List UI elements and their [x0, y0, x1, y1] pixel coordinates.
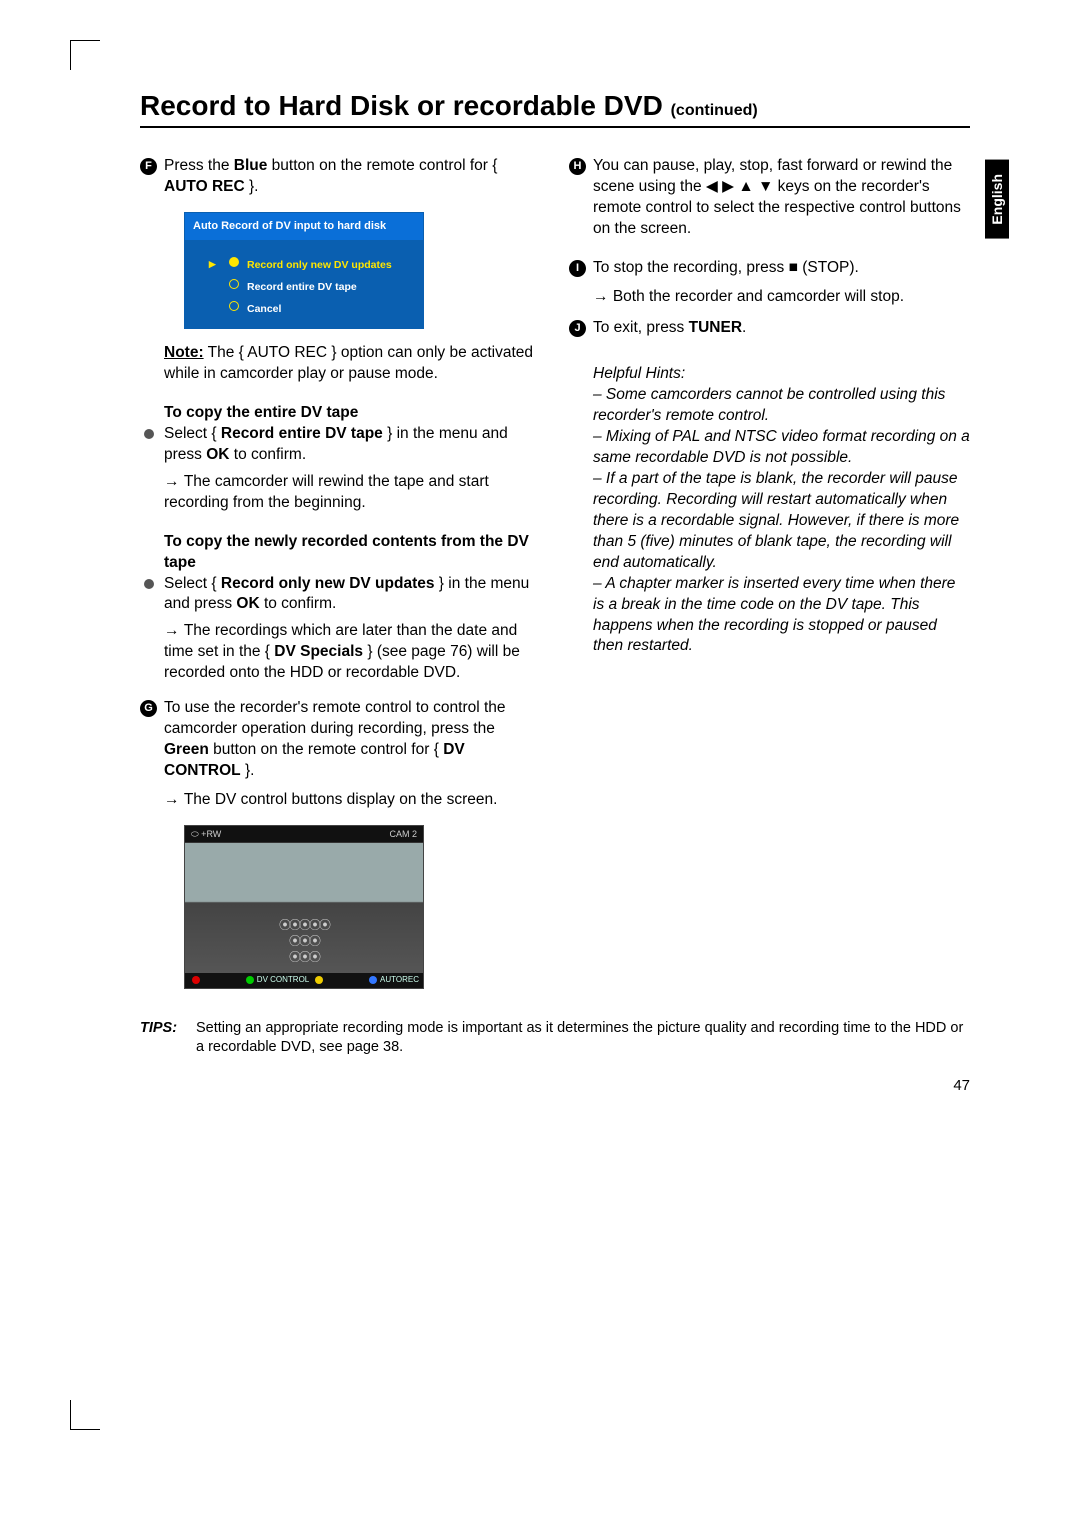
s9-b: (STOP).: [798, 259, 859, 276]
step-6-text-a: Press the: [164, 157, 234, 174]
blue-button-label: Blue: [234, 157, 268, 174]
step-number-7-icon: G: [140, 700, 157, 717]
note-block: Note: The { AUTO REC } option can only b…: [140, 343, 541, 385]
title-main: Record to Hard Disk or recordable DVD: [140, 90, 663, 121]
menu-option-3-label: Cancel: [247, 303, 281, 315]
menu-option-cancel: Cancel: [247, 298, 423, 320]
s10-b: .: [742, 319, 746, 336]
s9-a: To stop the recording, press: [593, 259, 789, 276]
note-label: Note:: [164, 344, 204, 361]
menu-header: Auto Record of DV input to hard disk: [185, 213, 423, 240]
b1-a: Select {: [164, 425, 221, 442]
menu-option-new-updates: ▸ Record only new DV updates: [247, 254, 423, 276]
b1-c: to confirm.: [229, 446, 306, 463]
bullet-entire-tape: Select { Record entire DV tape } in the …: [140, 424, 541, 466]
heading-copy-new: To copy the newly recorded contents from…: [140, 532, 541, 574]
hint-4: – A chapter marker is inserted every tim…: [569, 574, 970, 658]
s7-result: The DV control buttons display on the sc…: [140, 790, 541, 811]
b2-arrow-bold: DV Specials: [274, 643, 363, 660]
screen-controls-row1: ⦿⦿⦿⦿⦿: [185, 917, 423, 933]
b1-ok: OK: [206, 446, 229, 463]
crop-mark-bottom-left: [70, 1400, 100, 1430]
green-dot-icon: [246, 976, 254, 984]
step-number-10-icon: J: [569, 320, 586, 337]
b2-a: Select {: [164, 575, 221, 592]
red-dot-icon: [192, 976, 200, 984]
s7-a: To use the recorder's remote control to …: [164, 699, 506, 737]
step-7: G To use the recorder's remote control t…: [140, 698, 541, 782]
menu-radio-icon: [229, 301, 239, 311]
step-10: J To exit, press TUNER.: [569, 318, 970, 339]
step-8: H You can pause, play, stop, fast forwar…: [569, 156, 970, 240]
title-continued: (continued): [671, 102, 758, 119]
screen-controls-row2: ⦿⦿⦿: [185, 933, 423, 949]
menu-option-entire-tape: Record entire DV tape: [247, 276, 423, 298]
step-9: I To stop the recording, press ■ (STOP).: [569, 258, 970, 279]
b2-c: to confirm.: [260, 595, 337, 612]
menu-radio-selected-icon: [229, 257, 239, 267]
dv-control-screen-figure: ⬭ +RW CAM 2 ⦿⦿⦿⦿⦿ ⦿⦿⦿ ⦿⦿⦿ DV CONTROL A: [184, 825, 424, 989]
b1-result: The camcorder will rewind the tape and s…: [140, 472, 541, 514]
hints-heading: Helpful Hints:: [569, 364, 970, 385]
step-6-text-c: }.: [245, 178, 259, 195]
left-column: F Press the Blue button on the remote co…: [140, 156, 541, 989]
menu-radio-icon: [229, 279, 239, 289]
tips-label: TIPS:: [140, 1019, 196, 1058]
step-number-9-icon: I: [569, 260, 586, 277]
yellow-dot-icon: [315, 976, 323, 984]
page-title: Record to Hard Disk or recordable DVD (c…: [140, 90, 970, 128]
blue-dot-icon: [369, 976, 377, 984]
s9-result: Both the recorder and camcorder will sto…: [569, 287, 970, 308]
screen-autorec-label: AUTOREC: [380, 975, 419, 986]
screen-top-right: CAM 2: [389, 828, 417, 840]
menu-option-2-label: Record entire DV tape: [247, 281, 357, 293]
step-6-text-b: button on the remote control for {: [267, 157, 497, 174]
step-number-8-icon: H: [569, 158, 586, 175]
arrow-keys-icon: ◀ ▶ ▲ ▼: [706, 178, 773, 195]
b2-bold: Record only new DV updates: [221, 575, 435, 592]
language-tab: English: [985, 160, 1009, 239]
screen-viewport: ⦿⦿⦿⦿⦿ ⦿⦿⦿ ⦿⦿⦿: [185, 843, 423, 973]
bullet-new-updates: Select { Record only new DV updates } in…: [140, 574, 541, 616]
autorec-menu-figure: Auto Record of DV input to hard disk ▸ R…: [184, 212, 424, 329]
tips-body: Setting an appropriate recording mode is…: [196, 1019, 970, 1058]
s7-b: button on the remote control for {: [209, 741, 443, 758]
b1-bold: Record entire DV tape: [221, 425, 383, 442]
b2-ok: OK: [236, 595, 259, 612]
hint-2: – Mixing of PAL and NTSC video format re…: [569, 427, 970, 469]
s7-green: Green: [164, 741, 209, 758]
tips-footer: TIPS: Setting an appropriate recording m…: [140, 1019, 970, 1058]
autorec-label: AUTO REC: [164, 178, 245, 195]
crop-mark-top-left: [70, 40, 100, 70]
page-number: 47: [953, 1077, 970, 1094]
heading-copy-entire: To copy the entire DV tape: [140, 403, 541, 424]
stop-icon: ■: [789, 259, 798, 276]
right-column: H You can pause, play, stop, fast forwar…: [569, 156, 970, 989]
s7-c: }.: [241, 762, 255, 779]
hint-3: – If a part of the tape is blank, the re…: [569, 469, 970, 574]
screen-bottom-bar: DV CONTROL AUTOREC: [185, 973, 423, 988]
menu-option-1-label: Record only new DV updates: [247, 259, 392, 271]
s10-a: To exit, press: [593, 319, 689, 336]
note-body: The { AUTO REC } option can only be acti…: [164, 344, 533, 382]
hint-1: – Some camcorders cannot be controlled u…: [569, 385, 970, 427]
s10-tuner: TUNER: [689, 319, 742, 336]
b2-result: The recordings which are later than the …: [140, 621, 541, 684]
menu-pointer-icon: ▸: [209, 255, 216, 273]
step-6: F Press the Blue button on the remote co…: [140, 156, 541, 198]
screen-dvcontrol-label: DV CONTROL: [257, 975, 309, 986]
step-number-6-icon: F: [140, 158, 157, 175]
screen-controls-row3: ⦿⦿⦿: [185, 949, 423, 965]
screen-top-left: ⬭ +RW: [191, 828, 221, 840]
